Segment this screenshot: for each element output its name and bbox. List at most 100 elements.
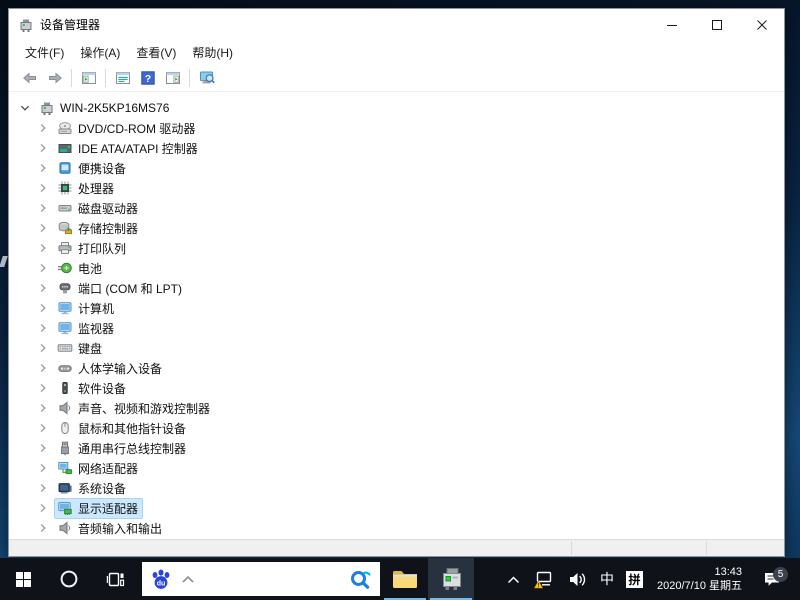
chevron-up-icon[interactable] [180, 573, 196, 585]
chevron-right-icon[interactable] [35, 440, 51, 456]
tree-item-content: IDE ATA/ATAPI 控制器 [55, 139, 202, 158]
chevron-right-icon[interactable] [35, 520, 51, 536]
chevron-right-icon[interactable] [35, 220, 51, 236]
system-icon [57, 480, 73, 496]
menu-help[interactable]: 帮助(H) [184, 41, 241, 64]
volume-icon[interactable] [562, 571, 594, 588]
toolbar-scan-hardware-changes-button[interactable] [194, 66, 219, 89]
action-center-button[interactable]: 5 [752, 571, 792, 588]
tree-item-content: 音频输入和输出 [55, 519, 166, 538]
chevron-right-icon[interactable] [35, 200, 51, 216]
tree-item[interactable]: DVD/CD-ROM 驱动器 [9, 118, 784, 138]
tree-item[interactable]: 音频输入和输出 [9, 518, 784, 538]
chevron-right-icon[interactable] [35, 120, 51, 136]
toolbar-separator [105, 69, 106, 87]
tree-item[interactable]: 通用串行总线控制器 [9, 438, 784, 458]
tree-item[interactable]: 网络适配器 [9, 458, 784, 478]
toolbar-back-button[interactable] [17, 66, 42, 89]
tree-item[interactable]: 显示适配器 [9, 498, 784, 518]
start-button[interactable] [0, 558, 46, 600]
chevron-right-icon[interactable] [35, 360, 51, 376]
toolbar-help-button[interactable]: ? [135, 66, 160, 89]
tree-item[interactable]: 监视器 [9, 318, 784, 338]
chevron-right-icon[interactable] [35, 380, 51, 396]
titlebar[interactable]: 设备管理器 [9, 9, 784, 40]
network-warning-icon[interactable] [527, 570, 562, 589]
ime-mode-indicator[interactable]: 中 [594, 569, 620, 589]
ime-layout-indicator[interactable]: 拼 [626, 571, 643, 588]
chevron-right-icon[interactable] [35, 420, 51, 436]
taskbar-device-manager[interactable] [428, 558, 474, 600]
portable-icon [57, 160, 73, 176]
tree-item[interactable]: 键盘 [9, 338, 784, 358]
tree-item-label: 存储控制器 [78, 220, 138, 237]
chevron-right-icon[interactable] [35, 300, 51, 316]
app-icon [18, 17, 34, 33]
chevron-right-icon[interactable] [35, 240, 51, 256]
toolbar-show-console-tree-button[interactable] [76, 66, 101, 89]
tree-item[interactable]: 存储控制器 [9, 218, 784, 238]
chevron-right-icon[interactable] [35, 180, 51, 196]
system-tray: 中 拼 13:43 2020/7/10 星期五 5 [500, 558, 800, 600]
chevron-down-icon[interactable] [17, 100, 33, 116]
tree-item[interactable]: 打印队列 [9, 238, 784, 258]
speaker-icon [57, 520, 73, 536]
toolbar-forward-button[interactable] [42, 66, 67, 89]
chevron-right-icon[interactable] [35, 500, 51, 516]
baidu-paw-icon: du [150, 567, 172, 591]
cortana-button[interactable] [46, 558, 92, 600]
tree-item[interactable]: 电池 [9, 258, 784, 278]
close-button[interactable] [739, 9, 784, 40]
tree-item[interactable]: 系统设备 [9, 478, 784, 498]
tree-item[interactable]: 便携设备 [9, 158, 784, 178]
toolbar-show-action-pane-button[interactable] [160, 66, 185, 89]
maximize-button[interactable] [694, 9, 739, 40]
chevron-right-icon[interactable] [35, 140, 51, 156]
tree-item-content: 系统设备 [55, 479, 130, 498]
tree-item[interactable]: 鼠标和其他指针设备 [9, 418, 784, 438]
menu-bar: 文件(F)操作(A)查看(V)帮助(H) [9, 40, 784, 64]
task-view-button[interactable] [92, 558, 138, 600]
chevron-right-icon[interactable] [35, 480, 51, 496]
menu-action[interactable]: 操作(A) [72, 41, 128, 64]
menu-view[interactable]: 查看(V) [128, 41, 184, 64]
tree-item-content: 存储控制器 [55, 219, 142, 238]
tree-item[interactable]: 磁盘驱动器 [9, 198, 784, 218]
taskbar-file-explorer[interactable] [382, 558, 428, 600]
taskbar: du 中 拼 13:43 2020/7/10 星期五 [0, 558, 800, 600]
tree-item-label: IDE ATA/ATAPI 控制器 [78, 140, 198, 157]
tree-item-content: 监视器 [55, 319, 118, 338]
tree-item[interactable]: 人体学输入设备 [9, 358, 784, 378]
chevron-right-icon[interactable] [35, 260, 51, 276]
ide-icon [57, 140, 73, 156]
chevron-right-icon[interactable] [35, 340, 51, 356]
toolbar-properties-button[interactable] [110, 66, 135, 89]
chevron-right-icon[interactable] [35, 320, 51, 336]
tree-item-label: 音频输入和输出 [78, 520, 162, 537]
chevron-right-icon[interactable] [35, 400, 51, 416]
taskbar-search-box[interactable]: du [142, 562, 380, 596]
tree-item[interactable]: 声音、视频和游戏控制器 [9, 398, 784, 418]
tree-item[interactable]: 计算机 [9, 298, 784, 318]
tree-item[interactable]: 处理器 [9, 178, 784, 198]
tree-item[interactable]: 软件设备 [9, 378, 784, 398]
minimize-button[interactable] [649, 9, 694, 40]
tree-item-label: 处理器 [78, 180, 114, 197]
tray-chevron-up-icon[interactable] [500, 574, 527, 585]
software-icon [57, 380, 73, 396]
tree-item[interactable]: 端口 (COM 和 LPT) [9, 278, 784, 298]
keyboard-icon [57, 340, 73, 356]
chevron-right-icon[interactable] [35, 280, 51, 296]
processor-icon [57, 180, 73, 196]
tree-item[interactable]: IDE ATA/ATAPI 控制器 [9, 138, 784, 158]
tree-item[interactable]: WIN-2K5KP16MS76 [9, 98, 784, 118]
taskbar-clock[interactable]: 13:43 2020/7/10 星期五 [657, 565, 742, 593]
svg-text:du: du [157, 581, 166, 588]
tree-item-content: 计算机 [55, 299, 118, 318]
baidu-search-icon[interactable] [348, 567, 372, 591]
toolbar-separator [189, 69, 190, 87]
menu-file[interactable]: 文件(F) [17, 41, 72, 64]
tree-item-content: 处理器 [55, 179, 118, 198]
chevron-right-icon[interactable] [35, 160, 51, 176]
chevron-right-icon[interactable] [35, 460, 51, 476]
